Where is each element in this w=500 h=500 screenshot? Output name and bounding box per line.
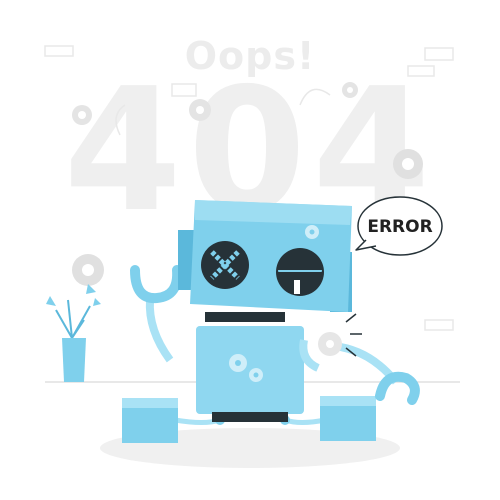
robot-right-arm [299,313,420,405]
gear-icon [189,99,211,121]
robot-scene: ERROR [44,45,460,468]
robot-closed-eye [276,248,324,296]
potted-plant-icon [46,284,101,382]
error-label: ERROR [367,217,432,237]
gear-icon [72,254,104,286]
gear-icon [393,149,423,179]
gear-icon [72,105,92,125]
speech-bubble-icon: ERROR [355,196,443,256]
error-illustration: Oops! 404 ERROR [0,0,500,500]
robot-left-arm [130,265,183,363]
robot-dead-eye [201,241,249,289]
robot-head [178,200,352,312]
robot-body [196,312,304,422]
gear-icon [305,225,319,239]
gear-icon [342,82,358,98]
gear-icon [318,332,342,356]
